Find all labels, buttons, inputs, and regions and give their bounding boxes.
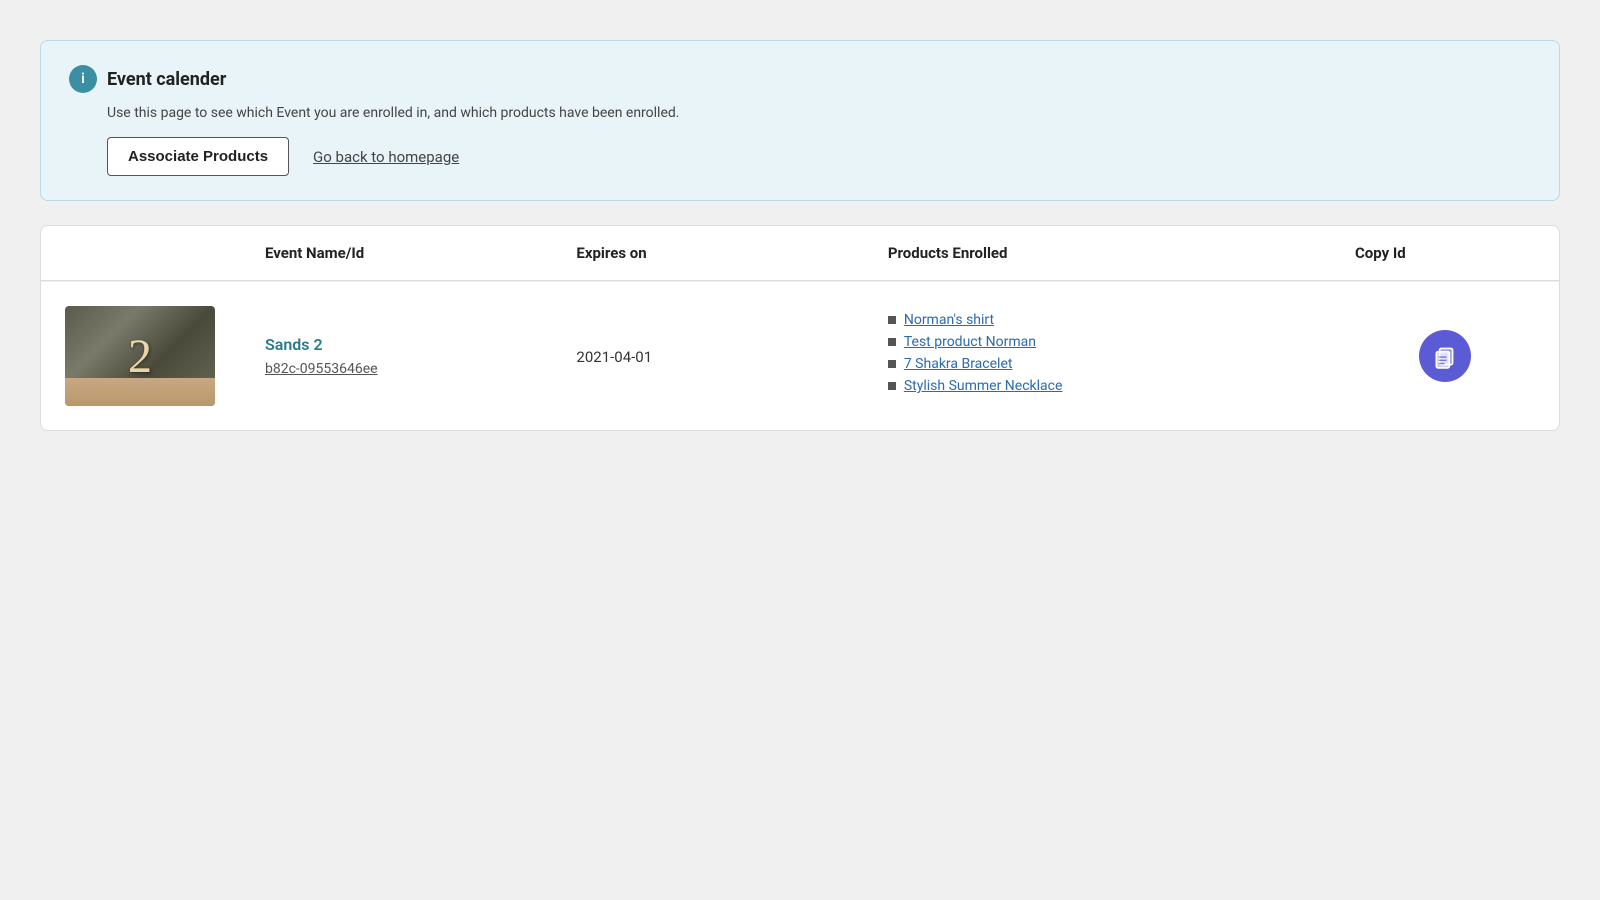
list-item: Norman's shirt: [888, 312, 1355, 328]
table-header: Event Name/Id Expires on Products Enroll…: [41, 226, 1559, 281]
list-item: 7 Shakra Bracelet: [888, 356, 1355, 372]
banner-title-row: i Event calender: [69, 65, 1531, 93]
header-copy-id: Copy Id: [1355, 244, 1535, 262]
expires-date: 2021-04-01: [576, 348, 652, 366]
product-link-4[interactable]: Stylish Summer Necklace: [904, 378, 1063, 394]
copy-id-button[interactable]: [1419, 330, 1471, 382]
event-thumbnail: 2: [65, 306, 215, 406]
list-item: Stylish Summer Necklace: [888, 378, 1355, 394]
copy-icon: [1432, 343, 1458, 369]
cake-numeral: 2: [128, 329, 152, 384]
product-link-2[interactable]: Test product Norman: [904, 334, 1036, 350]
event-image-cell: 2: [65, 306, 215, 406]
info-icon: i: [69, 65, 97, 93]
banner-description: Use this page to see which Event you are…: [107, 105, 1531, 121]
list-item: Test product Norman: [888, 334, 1355, 350]
table-row: 2 Sands 2 b82c-09553646ee 2021-04-01 Nor…: [41, 281, 1559, 430]
product-link-3[interactable]: 7 Shakra Bracelet: [904, 356, 1013, 372]
event-name-link[interactable]: Sands 2: [265, 335, 560, 354]
header-expires: Expires on: [576, 244, 887, 262]
products-list: Norman's shirt Test product Norman 7 Sha…: [888, 312, 1355, 394]
info-banner: i Event calender Use this page to see wh…: [40, 40, 1560, 201]
banner-actions: Associate Products Go back to homepage: [107, 137, 1531, 176]
event-id[interactable]: b82c-09553646ee: [265, 361, 378, 377]
header-image-col: [65, 244, 265, 262]
event-name-cell: Sands 2 b82c-09553646ee: [265, 335, 576, 377]
associate-products-button[interactable]: Associate Products: [107, 137, 289, 176]
header-products: Products Enrolled: [888, 244, 1355, 262]
products-cell: Norman's shirt Test product Norman 7 Sha…: [888, 312, 1355, 400]
expires-date-cell: 2021-04-01: [576, 347, 887, 366]
go-back-link[interactable]: Go back to homepage: [313, 148, 459, 166]
product-link-1[interactable]: Norman's shirt: [904, 312, 994, 328]
banner-title: Event calender: [107, 69, 226, 90]
header-event-name: Event Name/Id: [265, 244, 576, 262]
copy-id-cell: [1355, 330, 1535, 382]
events-table: Event Name/Id Expires on Products Enroll…: [40, 225, 1560, 431]
